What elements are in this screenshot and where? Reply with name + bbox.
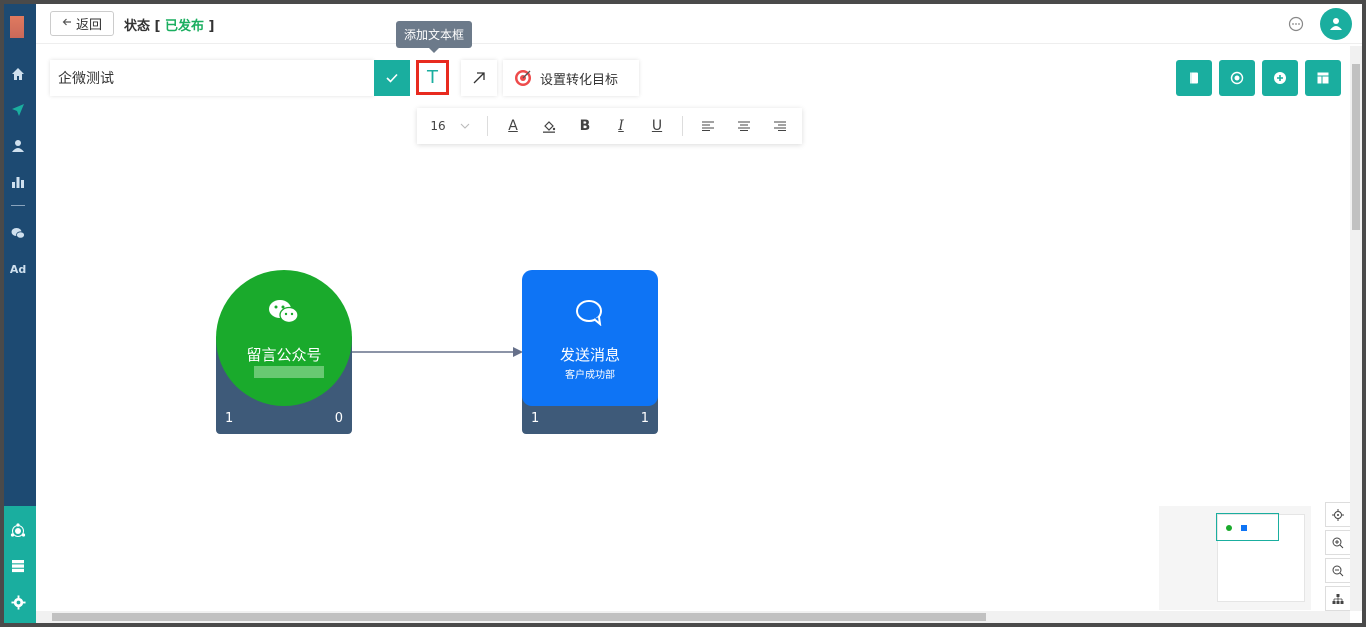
scrollbar-thumb[interactable] [1352, 64, 1360, 230]
wechat-icon [269, 300, 299, 324]
node-subtitle: 客户成功部 [565, 370, 615, 381]
zoom-out-button[interactable] [1325, 558, 1351, 583]
chat-bubble-icon [576, 300, 602, 326]
scrollbar-thumb[interactable] [52, 613, 986, 621]
node-title: 发送消息 [559, 346, 620, 364]
zoom-in-button[interactable] [1325, 530, 1351, 555]
locate-icon [1332, 508, 1344, 521]
vertical-scrollbar[interactable] [1350, 46, 1362, 611]
flow-connector[interactable] [4, 4, 1350, 611]
zoom-out-icon [1332, 565, 1344, 576]
node-title: 留言公众号 [246, 346, 322, 364]
sitemap-icon [1332, 593, 1344, 604]
zoom-toolbar [1325, 502, 1351, 611]
auto-layout-button[interactable] [1325, 586, 1351, 611]
node-entered-count: 1 [531, 411, 540, 426]
node-entered-count: 1 [225, 411, 234, 426]
node-wechat-message[interactable]: 留言公众号 [216, 270, 352, 406]
node-exited-count: 1 [640, 411, 649, 426]
minimap-node [1226, 525, 1232, 531]
locate-button[interactable] [1325, 502, 1351, 527]
app-window: Ad 返回 状态 [ 已发布 ] 企微测试 添加文本框 T 设置转化目标 16 … [4, 4, 1362, 623]
zoom-in-icon [1332, 537, 1344, 548]
minimap-node [1241, 525, 1247, 531]
node-send-message[interactable]: 发送消息 客户成功部 [522, 270, 658, 406]
horizontal-scrollbar[interactable] [36, 611, 1350, 623]
minimap[interactable] [1159, 506, 1311, 610]
node-exited-count: 0 [334, 411, 343, 426]
node-subtitle-blurred [254, 366, 324, 378]
